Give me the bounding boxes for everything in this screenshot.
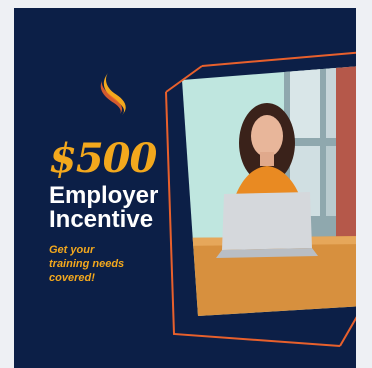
promo-card: $500 Employer Incentive Get your trainin… — [14, 8, 356, 368]
woman-with-laptop-photo — [182, 66, 356, 316]
photo-frame — [165, 51, 356, 347]
promo-headline: Employer Incentive — [49, 184, 158, 232]
headline-line-2: Incentive — [49, 206, 154, 233]
incentive-amount: $500 — [49, 135, 157, 182]
tagline-line-3: covered! — [49, 272, 95, 284]
tagline-line-2: training needs — [49, 258, 125, 270]
brand-swoosh-logo-icon — [100, 73, 126, 115]
tagline-line-1: Get your — [49, 244, 95, 256]
promo-tagline: Get your training needs covered! — [49, 243, 169, 285]
headline-line-1: Employer — [49, 182, 159, 209]
